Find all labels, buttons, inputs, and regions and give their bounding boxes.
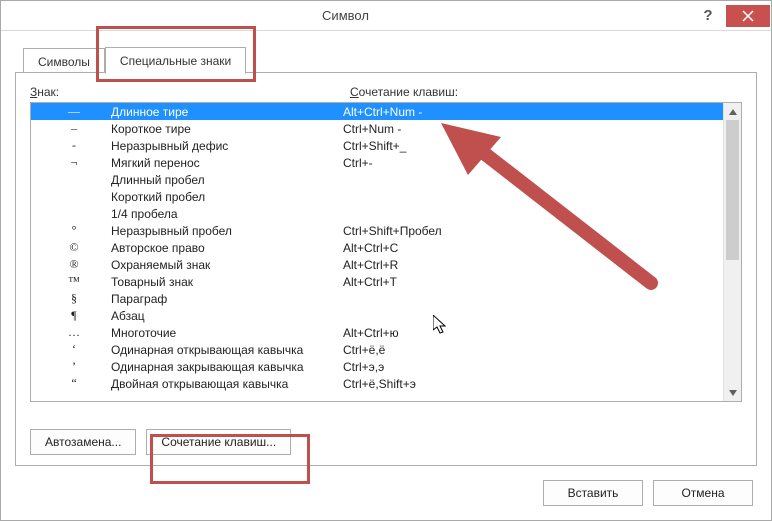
tab-panel-special: Знак: Сочетание клавиш: —Длинное тиреAlt… [15, 72, 757, 466]
item-shortcut: Alt+Ctrl+T [343, 275, 723, 289]
list-item[interactable]: §Параграф [31, 290, 723, 307]
list-item[interactable]: °Неразрывный пробелCtrl+Shift+Пробел [31, 222, 723, 239]
item-symbol: - [37, 138, 111, 153]
item-symbol: – [37, 121, 111, 136]
item-label: Одинарная закрывающая кавычка [111, 360, 343, 374]
list-item[interactable]: Короткий пробел [31, 188, 723, 205]
list-item[interactable]: -Неразрывный дефисCtrl+Shift+_ [31, 137, 723, 154]
item-symbol: — [37, 104, 111, 119]
item-symbol: ¬ [37, 155, 111, 170]
item-label: Мягкий перенос [111, 156, 343, 170]
dialog-footer: Вставить Отмена [543, 480, 753, 506]
item-symbol: ’ [37, 359, 111, 374]
item-label: Охраняемый знак [111, 258, 343, 272]
item-shortcut: Ctrl+ё,ё [343, 343, 723, 357]
item-shortcut: Alt+Ctrl+ю [343, 326, 723, 340]
list-item[interactable]: “Двойная открывающая кавычкаCtrl+ё,Shift… [31, 375, 723, 392]
list-item[interactable]: –Короткое тиреCtrl+Num - [31, 120, 723, 137]
item-shortcut: Ctrl+ё,Shift+э [343, 377, 723, 391]
item-label: Одинарная открывающая кавычка [111, 343, 343, 357]
item-label: Абзац [111, 309, 343, 323]
item-symbol: ™ [37, 274, 111, 289]
item-symbol: … [37, 325, 111, 340]
window-title: Символ [1, 8, 690, 23]
item-shortcut: Ctrl+Shift+_ [343, 139, 723, 153]
shortcut-key-button[interactable]: Сочетание клавиш... [146, 429, 291, 455]
special-chars-list[interactable]: —Длинное тиреAlt+Ctrl+Num -–Короткое тир… [30, 102, 742, 402]
symbol-dialog: Символ ? Символы Специальные знаки Знак:… [0, 0, 772, 521]
item-label: Товарный знак [111, 275, 343, 289]
item-symbol: ® [37, 257, 111, 272]
tabstrip: Символы Специальные знаки [23, 43, 757, 73]
list-item[interactable]: Длинный пробел [31, 171, 723, 188]
item-label: Длинный пробел [111, 173, 343, 187]
insert-button[interactable]: Вставить [543, 480, 643, 506]
autocorrect-button[interactable]: Автозамена... [30, 429, 136, 455]
item-label: Короткий пробел [111, 190, 343, 204]
list-item[interactable]: 1/4 пробела [31, 205, 723, 222]
titlebar: Символ ? [1, 1, 771, 31]
header-shortcut: Сочетание клавиш: [350, 85, 742, 99]
list-item[interactable]: ‘Одинарная открывающая кавычкаCtrl+ё,ё [31, 341, 723, 358]
item-label: Короткое тире [111, 122, 343, 136]
item-label: Длинное тире [111, 105, 343, 119]
tab-special-chars[interactable]: Специальные знаки [105, 47, 246, 74]
list-item[interactable]: ¬Мягкий переносCtrl+- [31, 154, 723, 171]
column-headers: Знак: Сочетание клавиш: [30, 85, 742, 99]
item-label: Неразрывный пробел [111, 224, 343, 238]
close-button[interactable] [726, 5, 770, 27]
help-button[interactable]: ? [690, 5, 726, 27]
item-shortcut: Ctrl+- [343, 156, 723, 170]
item-shortcut: Alt+Ctrl+C [343, 241, 723, 255]
list-item[interactable]: ®Охраняемый знакAlt+Ctrl+R [31, 256, 723, 273]
scrollbar[interactable] [723, 103, 741, 401]
list-item[interactable]: —Длинное тиреAlt+Ctrl+Num - [31, 103, 723, 120]
list-item[interactable]: ’Одинарная закрывающая кавычкаCtrl+э,э [31, 358, 723, 375]
item-shortcut: Alt+Ctrl+Num - [343, 105, 723, 119]
tab-symbols[interactable]: Символы [23, 48, 105, 75]
item-symbol: © [37, 240, 111, 255]
item-label: Двойная открывающая кавычка [111, 377, 343, 391]
list-item[interactable]: ©Авторское правоAlt+Ctrl+C [31, 239, 723, 256]
item-label: 1/4 пробела [111, 207, 343, 221]
item-label: Авторское право [111, 241, 343, 255]
item-symbol: ¶ [37, 308, 111, 323]
item-shortcut: Ctrl+Shift+Пробел [343, 224, 723, 238]
scroll-up-icon[interactable] [724, 103, 741, 120]
list-item[interactable]: ¶Абзац [31, 307, 723, 324]
item-shortcut: Alt+Ctrl+R [343, 258, 723, 272]
item-shortcut: Ctrl+э,э [343, 360, 723, 374]
item-label: Параграф [111, 292, 343, 306]
item-label: Многоточие [111, 326, 343, 340]
list-item[interactable]: …МноготочиеAlt+Ctrl+ю [31, 324, 723, 341]
item-symbol: ‘ [37, 342, 111, 357]
close-icon [742, 10, 754, 22]
scroll-thumb[interactable] [726, 120, 739, 260]
item-label: Неразрывный дефис [111, 139, 343, 153]
dialog-body: Символы Специальные знаки Знак: Сочетани… [15, 43, 757, 466]
list-item[interactable]: ™Товарный знакAlt+Ctrl+T [31, 273, 723, 290]
scroll-down-icon[interactable] [724, 384, 741, 401]
item-shortcut: Ctrl+Num - [343, 122, 723, 136]
item-symbol: ° [37, 223, 111, 238]
item-symbol: “ [37, 376, 111, 391]
header-char: Знак: [30, 85, 350, 99]
cancel-button[interactable]: Отмена [653, 480, 753, 506]
item-symbol: § [37, 291, 111, 306]
